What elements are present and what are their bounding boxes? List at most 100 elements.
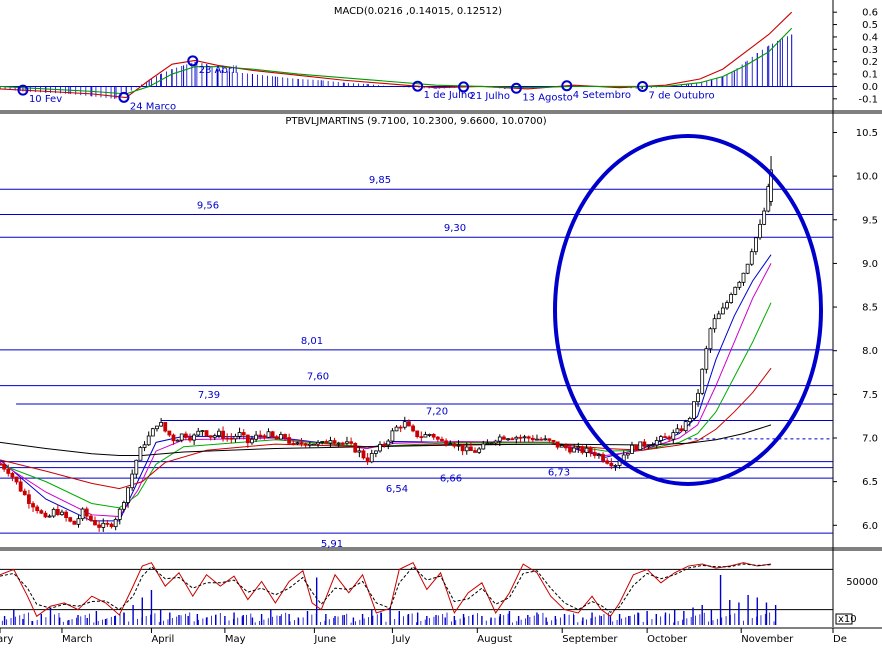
candle-body (212, 435, 217, 438)
candle-body (22, 490, 27, 496)
candle-body (551, 439, 556, 443)
candle-body (200, 430, 205, 432)
macd-series-macd (0, 11, 793, 99)
price-level-label: 6,73 (548, 468, 570, 479)
candle-body (183, 433, 188, 438)
candle-body (518, 436, 523, 439)
candle-body (601, 454, 605, 462)
candle-body (592, 452, 597, 456)
candle-body (415, 430, 420, 437)
candle-body (43, 512, 48, 518)
candle-body (76, 518, 81, 525)
candle-body (196, 430, 201, 436)
x-tick-label: July (391, 634, 410, 645)
candle-body (291, 442, 296, 445)
candle-body (526, 436, 531, 439)
candle-body (646, 445, 651, 448)
candle-body (435, 436, 440, 440)
candle-body (105, 522, 110, 525)
osc-scale-label: x10 (838, 614, 857, 625)
x-tick-label: November (741, 634, 794, 645)
candle-body (159, 422, 163, 427)
candle-body (274, 436, 279, 440)
candle-body (704, 348, 709, 370)
candle-body (68, 517, 73, 522)
candle-body (427, 434, 432, 436)
candle-body (539, 438, 544, 441)
macd-y-tick-label: -0.1 (858, 94, 878, 105)
price-level-label: 7,20 (426, 407, 448, 418)
candle-body (580, 446, 585, 453)
candle-body (369, 453, 374, 463)
candle-body (134, 459, 139, 475)
candle-body (737, 281, 742, 288)
candle-body (51, 508, 56, 517)
candle-body (452, 443, 457, 447)
candle-body (163, 422, 168, 432)
candle-body (625, 453, 630, 456)
candle-body (225, 437, 230, 440)
candle-body (307, 443, 312, 446)
candle-body (419, 436, 424, 438)
price-level-label: 7,39 (198, 390, 220, 401)
candle-body (663, 436, 667, 439)
candle-body (266, 431, 271, 438)
price-level-label: 6,66 (440, 474, 462, 485)
candle-body (55, 508, 60, 516)
candle-body (336, 442, 341, 445)
oscillator-panel (0, 562, 833, 625)
candle-body (72, 520, 77, 525)
price-y-tick-label: 7.0 (862, 433, 878, 444)
candle-body (667, 436, 672, 440)
candle-body (80, 508, 85, 520)
candle-body (316, 441, 320, 445)
candle-body (250, 438, 254, 444)
candle-body (208, 435, 213, 438)
chart-root: 10 Fev 24 Marco 23 Abril 1 de Julho 21 Julho… (0, 0, 882, 645)
candle-body (720, 307, 725, 315)
candle-body (407, 421, 411, 427)
candle-body (696, 392, 700, 403)
candle-body (60, 511, 64, 516)
macd-y-tick-label: 0.2 (862, 57, 878, 68)
candle-body (130, 473, 135, 489)
candle-body (568, 447, 572, 453)
price-level-label: 5,91 (321, 539, 343, 550)
candle-body (390, 430, 395, 442)
price-ma-ma-longer (0, 367, 772, 490)
candle-body (448, 443, 453, 445)
candle-body (357, 450, 362, 453)
candle-body (473, 450, 477, 453)
candle-body (84, 508, 89, 517)
candle-body (278, 434, 283, 440)
candle-body (39, 510, 44, 514)
candle-body (444, 440, 449, 445)
candle-body (700, 368, 705, 394)
candle-body (6, 468, 11, 474)
candle-body (47, 515, 52, 518)
candle-body (440, 438, 444, 442)
candle-body (64, 511, 68, 518)
macd-annotation-label: 10 Fev (29, 94, 62, 105)
candle-body (0, 463, 2, 466)
price-level-label: 6,54 (386, 484, 408, 495)
macd-annotation-label: 13 Agosto (522, 92, 572, 103)
candle-body (353, 442, 358, 453)
candle-body (464, 446, 469, 452)
candle-body (741, 272, 746, 283)
candle-body (382, 443, 387, 446)
x-tick-label: March (62, 634, 92, 645)
candle-body (233, 435, 238, 440)
candle-body (14, 476, 19, 483)
x-tick-label: May (225, 634, 246, 645)
candle-body (477, 448, 482, 453)
candle-body (597, 454, 601, 457)
candle-body (650, 444, 655, 447)
macd-annotation-label: 7 de Outubro (649, 90, 715, 101)
candle-body (733, 286, 738, 295)
candle-body (179, 433, 184, 441)
candle-body (729, 293, 734, 304)
macd-y-tick-label: 0.1 (862, 70, 878, 81)
candle-body (237, 432, 242, 437)
candle-body (638, 441, 643, 450)
